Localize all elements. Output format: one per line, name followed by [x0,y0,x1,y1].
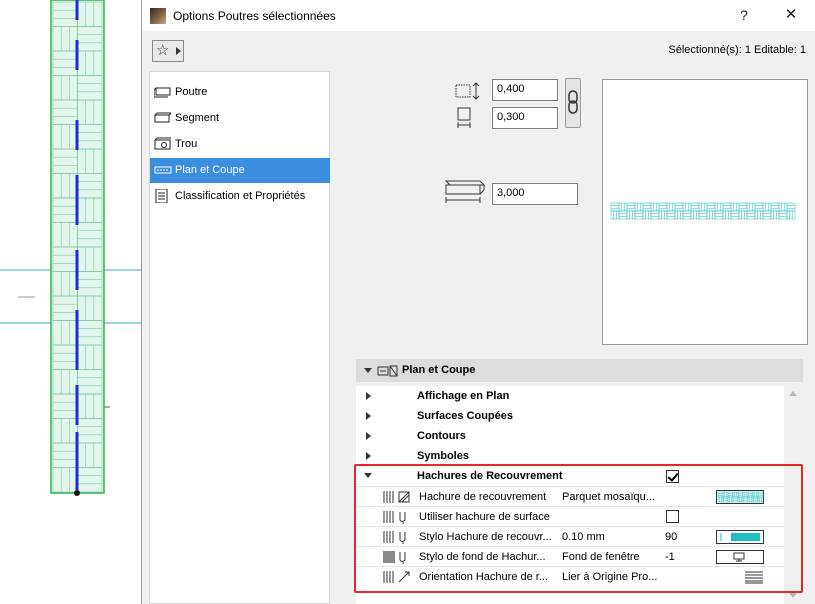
property-label: Stylo de fond de Hachur... [419,551,546,563]
pen-number: -1 [665,551,675,563]
group-hachures-de-recouvrement[interactable]: Hachures de Recouvrement [356,466,784,486]
property-row[interactable]: Utiliser hachure de surface [356,506,784,526]
collapse-arrow-icon [364,473,372,478]
collapse-arrow-icon [364,368,372,373]
pen-number: 90 [665,531,678,543]
favorites-button[interactable]: ☆ [152,40,184,62]
classification-icon [155,189,168,203]
property-row[interactable]: Stylo Hachure de recouvr... 0.10 mm 90 [356,526,784,546]
beam-icon [154,87,171,98]
nav-label: Trou [175,138,198,150]
segment-icon [154,112,172,123]
property-label: Utiliser hachure de surface [419,511,550,523]
property-label: Hachure de recouvrement [419,491,547,503]
nav-item-classification[interactable]: Classification et Propriétés [150,184,330,209]
expand-arrow-icon [366,432,371,440]
group-symboles[interactable]: Symboles [356,446,784,466]
group-label: Contours [417,430,466,442]
property-row[interactable]: Stylo de fond de Hachur... Fond de fenêt… [356,546,784,566]
vertical-scrollbar[interactable] [784,386,803,604]
plan-coupe-section: Plan et Coupe Affichage en Plan Surfaces… [356,359,803,604]
drawing-canvas[interactable] [0,0,143,604]
settings-nav: Poutre Segment Trou Plan et Coupe Classi… [149,71,330,604]
title-bar: Options Poutres sélectionnées ? ✕ [142,0,815,31]
nav-item-plan-et-coupe[interactable]: Plan et Coupe [150,158,330,183]
orientation-lines-icon[interactable] [744,570,764,584]
group-label: Symboles [417,450,469,462]
dialog-title: Options Poutres sélectionnées [173,9,336,23]
section-header[interactable]: Plan et Coupe [356,359,803,382]
beam-preview [602,79,808,345]
expand-arrow-icon [366,392,371,400]
group-label: Affichage en Plan [417,390,510,402]
width-field[interactable]: 0,400 [492,79,558,101]
property-row[interactable]: Orientation Hachure de r... Lier à Origi… [356,566,784,586]
fill-swatch[interactable] [716,490,764,504]
property-value: Lier à Origine Pro... [562,571,658,583]
star-icon: ☆ [156,42,170,59]
expand-arrow-icon [366,412,371,420]
group-affichage-en-plan[interactable]: Affichage en Plan [356,386,784,406]
hachures-enable-checkbox[interactable] [666,470,679,483]
help-button[interactable]: ? [732,4,756,26]
property-tree: Affichage en Plan Surfaces Coupées Conto… [356,386,784,604]
selection-info: Sélectionné(s): 1 Editable: 1 [668,44,806,56]
height-field[interactable]: 0,300 [492,107,558,129]
scroll-down-icon[interactable] [789,593,797,598]
geometry-panel: 0,400 0,300 3,000 [337,71,811,355]
background-pen-swatch[interactable] [716,550,764,564]
length-field[interactable]: 3,000 [492,183,578,205]
property-value: Fond de fenêtre [562,551,640,563]
nav-label: Poutre [175,86,208,98]
nav-item-segment[interactable]: Segment [150,106,330,131]
nav-label: Segment [175,112,220,124]
chain-link-icon [568,90,578,114]
pen-color-swatch[interactable] [716,530,764,544]
fill-pattern-icon [383,491,410,503]
background-pen-icon [383,551,406,564]
app-icon [150,8,166,24]
group-surfaces-coupees[interactable]: Surfaces Coupées [356,406,784,426]
property-label: Stylo Hachure de recouvr... [419,531,552,543]
floor-plan-section-icon [377,365,398,377]
orientation-icon [383,571,410,583]
expand-arrow-icon [366,452,371,460]
nav-item-trou[interactable]: Trou [150,132,330,157]
nav-label: Plan et Coupe [175,164,245,176]
property-row[interactable]: Hachure de recouvrement Parquet mosaïqu.… [356,486,784,506]
link-dimensions-button[interactable] [565,78,581,128]
property-value: 0.10 mm [562,531,605,543]
height-dimension-icon [457,107,471,128]
surface-fill-icon [383,511,406,524]
group-contours[interactable]: Contours [356,426,784,446]
nav-label: Classification et Propriétés [175,190,306,202]
group-label: Surfaces Coupées [417,410,513,422]
scroll-up-icon[interactable] [789,391,797,396]
property-value: Parquet mosaïqu... [562,491,655,503]
length-dimension-icon [444,180,486,203]
floor-plan-section-icon [154,166,172,174]
section-title: Plan et Coupe [402,364,476,376]
pen-icon [383,531,406,544]
use-surface-fill-checkbox[interactable] [666,510,679,523]
property-label: Orientation Hachure de r... [419,571,549,583]
beam-options-dialog: Options Poutres sélectionnées ? ✕ ☆ Séle… [141,0,815,604]
nav-item-poutre[interactable]: Poutre [150,80,330,105]
width-dimension-icon [455,82,480,100]
close-button[interactable]: ✕ [778,4,804,26]
hole-icon [154,137,171,150]
dropdown-arrow-icon [176,47,181,55]
fill-pattern-preview [610,202,796,220]
group-label: Hachures de Recouvrement [417,470,563,482]
